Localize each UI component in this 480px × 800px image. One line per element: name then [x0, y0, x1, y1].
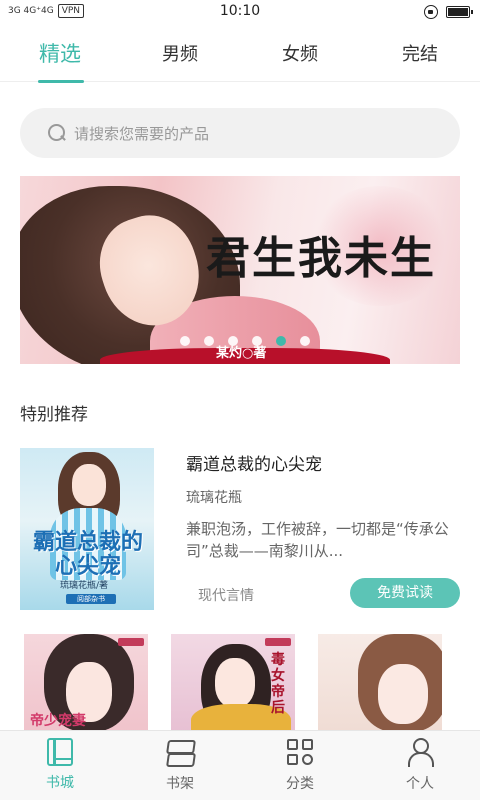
nav-bookshelf[interactable]: 书架: [140, 737, 220, 793]
carousel-dot-active[interactable]: [276, 336, 286, 346]
cover-art-face: [378, 664, 428, 724]
cover-author: 琉璃花瓶/著: [60, 581, 109, 591]
tab-featured[interactable]: 精选: [0, 38, 120, 68]
cover-art-face: [72, 464, 106, 506]
user-icon: [405, 737, 435, 767]
book-cover-1[interactable]: 帝少宠妻: [24, 634, 148, 732]
bookstore-icon: [47, 738, 73, 766]
bottom-navigation: 书城 书架 分类 个人: [0, 730, 480, 800]
publisher-logo: [118, 638, 144, 646]
book-cover-3[interactable]: [318, 634, 442, 732]
carousel-dot[interactable]: [228, 336, 238, 346]
carousel-dots: [20, 336, 460, 346]
nav-label: 书城: [46, 775, 74, 791]
tab-male[interactable]: 男频: [120, 40, 240, 66]
search-placeholder: 请搜索您需要的产品: [74, 124, 210, 143]
cover-publisher-logo: 阅部杂书: [66, 594, 116, 604]
nav-label: 个人: [406, 776, 434, 792]
search-input[interactable]: 请搜索您需要的产品: [20, 108, 460, 158]
tab-completed[interactable]: 完结: [360, 40, 480, 66]
active-tab-indicator: [38, 80, 84, 83]
banner-title: 君生我未生: [206, 233, 436, 284]
banner-carousel[interactable]: 君生我未生 某灼○著: [20, 176, 460, 364]
carousel-dot[interactable]: [180, 336, 190, 346]
battery-icon: [446, 6, 473, 18]
featured-book-cover[interactable]: 霸道总裁的心尖宠 琉璃花瓶/著 阅部杂书: [20, 448, 154, 610]
featured-book-genre: 现代言情: [198, 588, 254, 604]
category-icon: [285, 737, 315, 767]
carousel-dot[interactable]: [300, 336, 310, 346]
cover-art-face: [215, 658, 255, 708]
clock: 10:10: [219, 3, 261, 19]
cover-title: 霸道总裁的心尖宠: [32, 529, 143, 579]
section-title: 特别推荐: [20, 405, 88, 425]
carousel-dot[interactable]: [204, 336, 214, 346]
status-bar: 3G 4G⁺4G VPN 10:10: [0, 0, 480, 24]
search-icon: [48, 124, 66, 142]
status-icons: [424, 5, 473, 19]
bookshelf-icon: [165, 737, 195, 767]
cover-title: 毒女帝后: [271, 652, 285, 716]
featured-book-author: 琉璃花瓶: [186, 490, 242, 506]
nav-profile[interactable]: 个人: [380, 737, 460, 793]
cover-title: 帝少宠妻: [30, 713, 86, 729]
book-cover-2[interactable]: 毒女帝后: [171, 634, 295, 732]
free-trial-button[interactable]: 免费试读: [350, 578, 460, 608]
rotation-lock-icon: [424, 5, 438, 19]
carousel-dot[interactable]: [252, 336, 262, 346]
category-tabs: 精选 男频 女频 完结: [0, 24, 480, 83]
featured-book-title[interactable]: 霸道总裁的心尖宠: [186, 450, 322, 475]
nav-category[interactable]: 分类: [260, 737, 340, 793]
nav-label: 分类: [286, 776, 314, 792]
nav-label: 书架: [166, 776, 194, 792]
featured-book-description: 兼职泡汤，工作被辞，一切都是“传承公司”总裁——南黎川从...: [186, 520, 449, 560]
publisher-logo: [265, 638, 291, 646]
nav-bookstore[interactable]: 书城: [20, 737, 100, 792]
tab-female[interactable]: 女频: [240, 40, 360, 66]
